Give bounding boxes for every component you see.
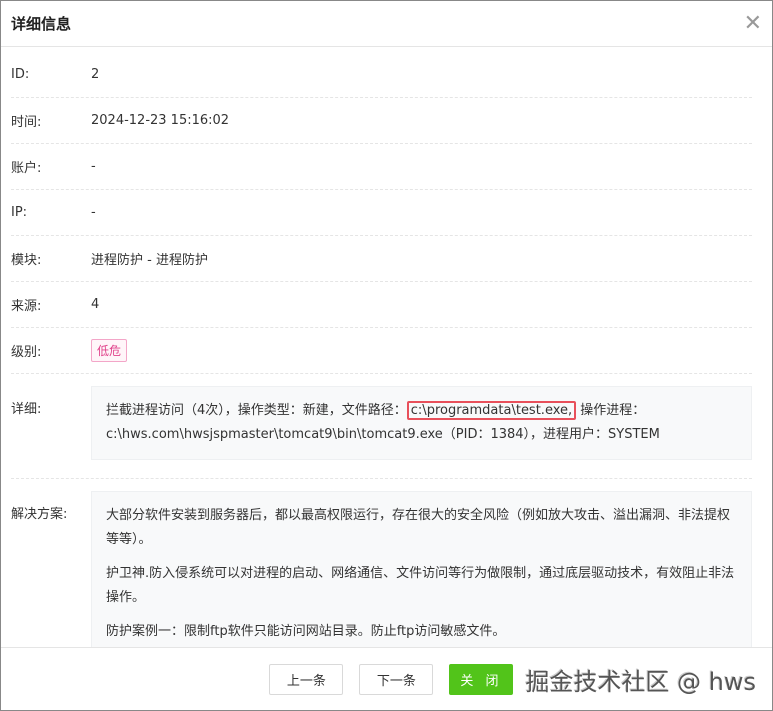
dialog-footer: 上一条 下一条 关 闭 掘金技术社区 @ hws bbox=[1, 647, 772, 710]
field-row-solution: 解决方案: 大部分软件安装到服务器后，都以最高权限运行，存在很大的安全风险（例如… bbox=[11, 479, 752, 647]
field-label: 时间: bbox=[11, 115, 42, 130]
field-value: - bbox=[91, 159, 96, 174]
solution-paragraph: 护卫神.防入侵系统可以对进程的启动、网络通信、文件访问等行为做限制，通过底层驱动… bbox=[106, 566, 735, 605]
field-row-level: 级别: 低危 bbox=[11, 328, 752, 374]
field-row-detail: 详细: 拦截进程访问（4次），操作类型：新建，文件路径： c:\programda… bbox=[11, 374, 752, 479]
field-label: IP: bbox=[11, 205, 28, 220]
level-badge: 低危 bbox=[91, 339, 128, 362]
field-row: IP: - bbox=[11, 190, 752, 236]
field-label: 来源: bbox=[11, 299, 42, 314]
highlighted-file-path: c:\programdata\test.exe, bbox=[406, 401, 577, 420]
field-value: 2024-12-23 15:16:02 bbox=[91, 113, 230, 128]
field-value: 4 bbox=[91, 297, 100, 312]
field-label: 解决方案: bbox=[11, 507, 68, 522]
field-label: 级别: bbox=[11, 345, 42, 360]
field-row: 账户: - bbox=[11, 144, 752, 190]
field-value: - bbox=[91, 205, 96, 220]
field-label: ID: bbox=[11, 67, 30, 82]
field-row: 模块: 进程防护 - 进程防护 bbox=[11, 236, 752, 282]
detail-text: 拦截进程访问（4次），操作类型：新建，文件路径： bbox=[106, 403, 407, 418]
field-label: 详细: bbox=[11, 402, 42, 417]
solution-paragraph: 防护案例一：限制ftp软件只能访问网站目录。防止ftp访问敏感文件。 bbox=[106, 624, 506, 639]
field-label: 模块: bbox=[11, 253, 42, 268]
previous-button[interactable]: 上一条 bbox=[269, 663, 344, 695]
detail-box: 拦截进程访问（4次），操作类型：新建，文件路径： c:\programdata\t… bbox=[91, 386, 752, 460]
field-value: 进程防护 - 进程防护 bbox=[91, 253, 208, 268]
dialog-header: 详细信息 ✕ bbox=[1, 1, 772, 47]
solution-box: 大部分软件安装到服务器后，都以最高权限运行，存在很大的安全风险（例如放大攻击、溢… bbox=[91, 491, 752, 647]
next-button[interactable]: 下一条 bbox=[359, 663, 434, 695]
dialog-title: 详细信息 bbox=[11, 15, 72, 33]
watermark: 掘金技术社区 @ hws bbox=[525, 667, 756, 696]
dialog-body[interactable]: ID: 2 时间: 2024-12-23 15:16:02 账户: - IP: - 模块: 进程防… bbox=[1, 48, 772, 647]
close-icon[interactable]: ✕ bbox=[744, 12, 762, 35]
field-value: 2 bbox=[91, 67, 100, 82]
solution-paragraph: 大部分软件安装到服务器后，都以最高权限运行，存在很大的安全风险（例如放大攻击、溢… bbox=[106, 508, 731, 547]
field-label: 账户: bbox=[11, 161, 42, 176]
field-row: 来源: 4 bbox=[11, 282, 752, 328]
field-row: ID: 2 bbox=[11, 52, 752, 98]
field-row: 时间: 2024-12-23 15:16:02 bbox=[11, 98, 752, 144]
close-button[interactable]: 关 闭 bbox=[449, 663, 514, 695]
